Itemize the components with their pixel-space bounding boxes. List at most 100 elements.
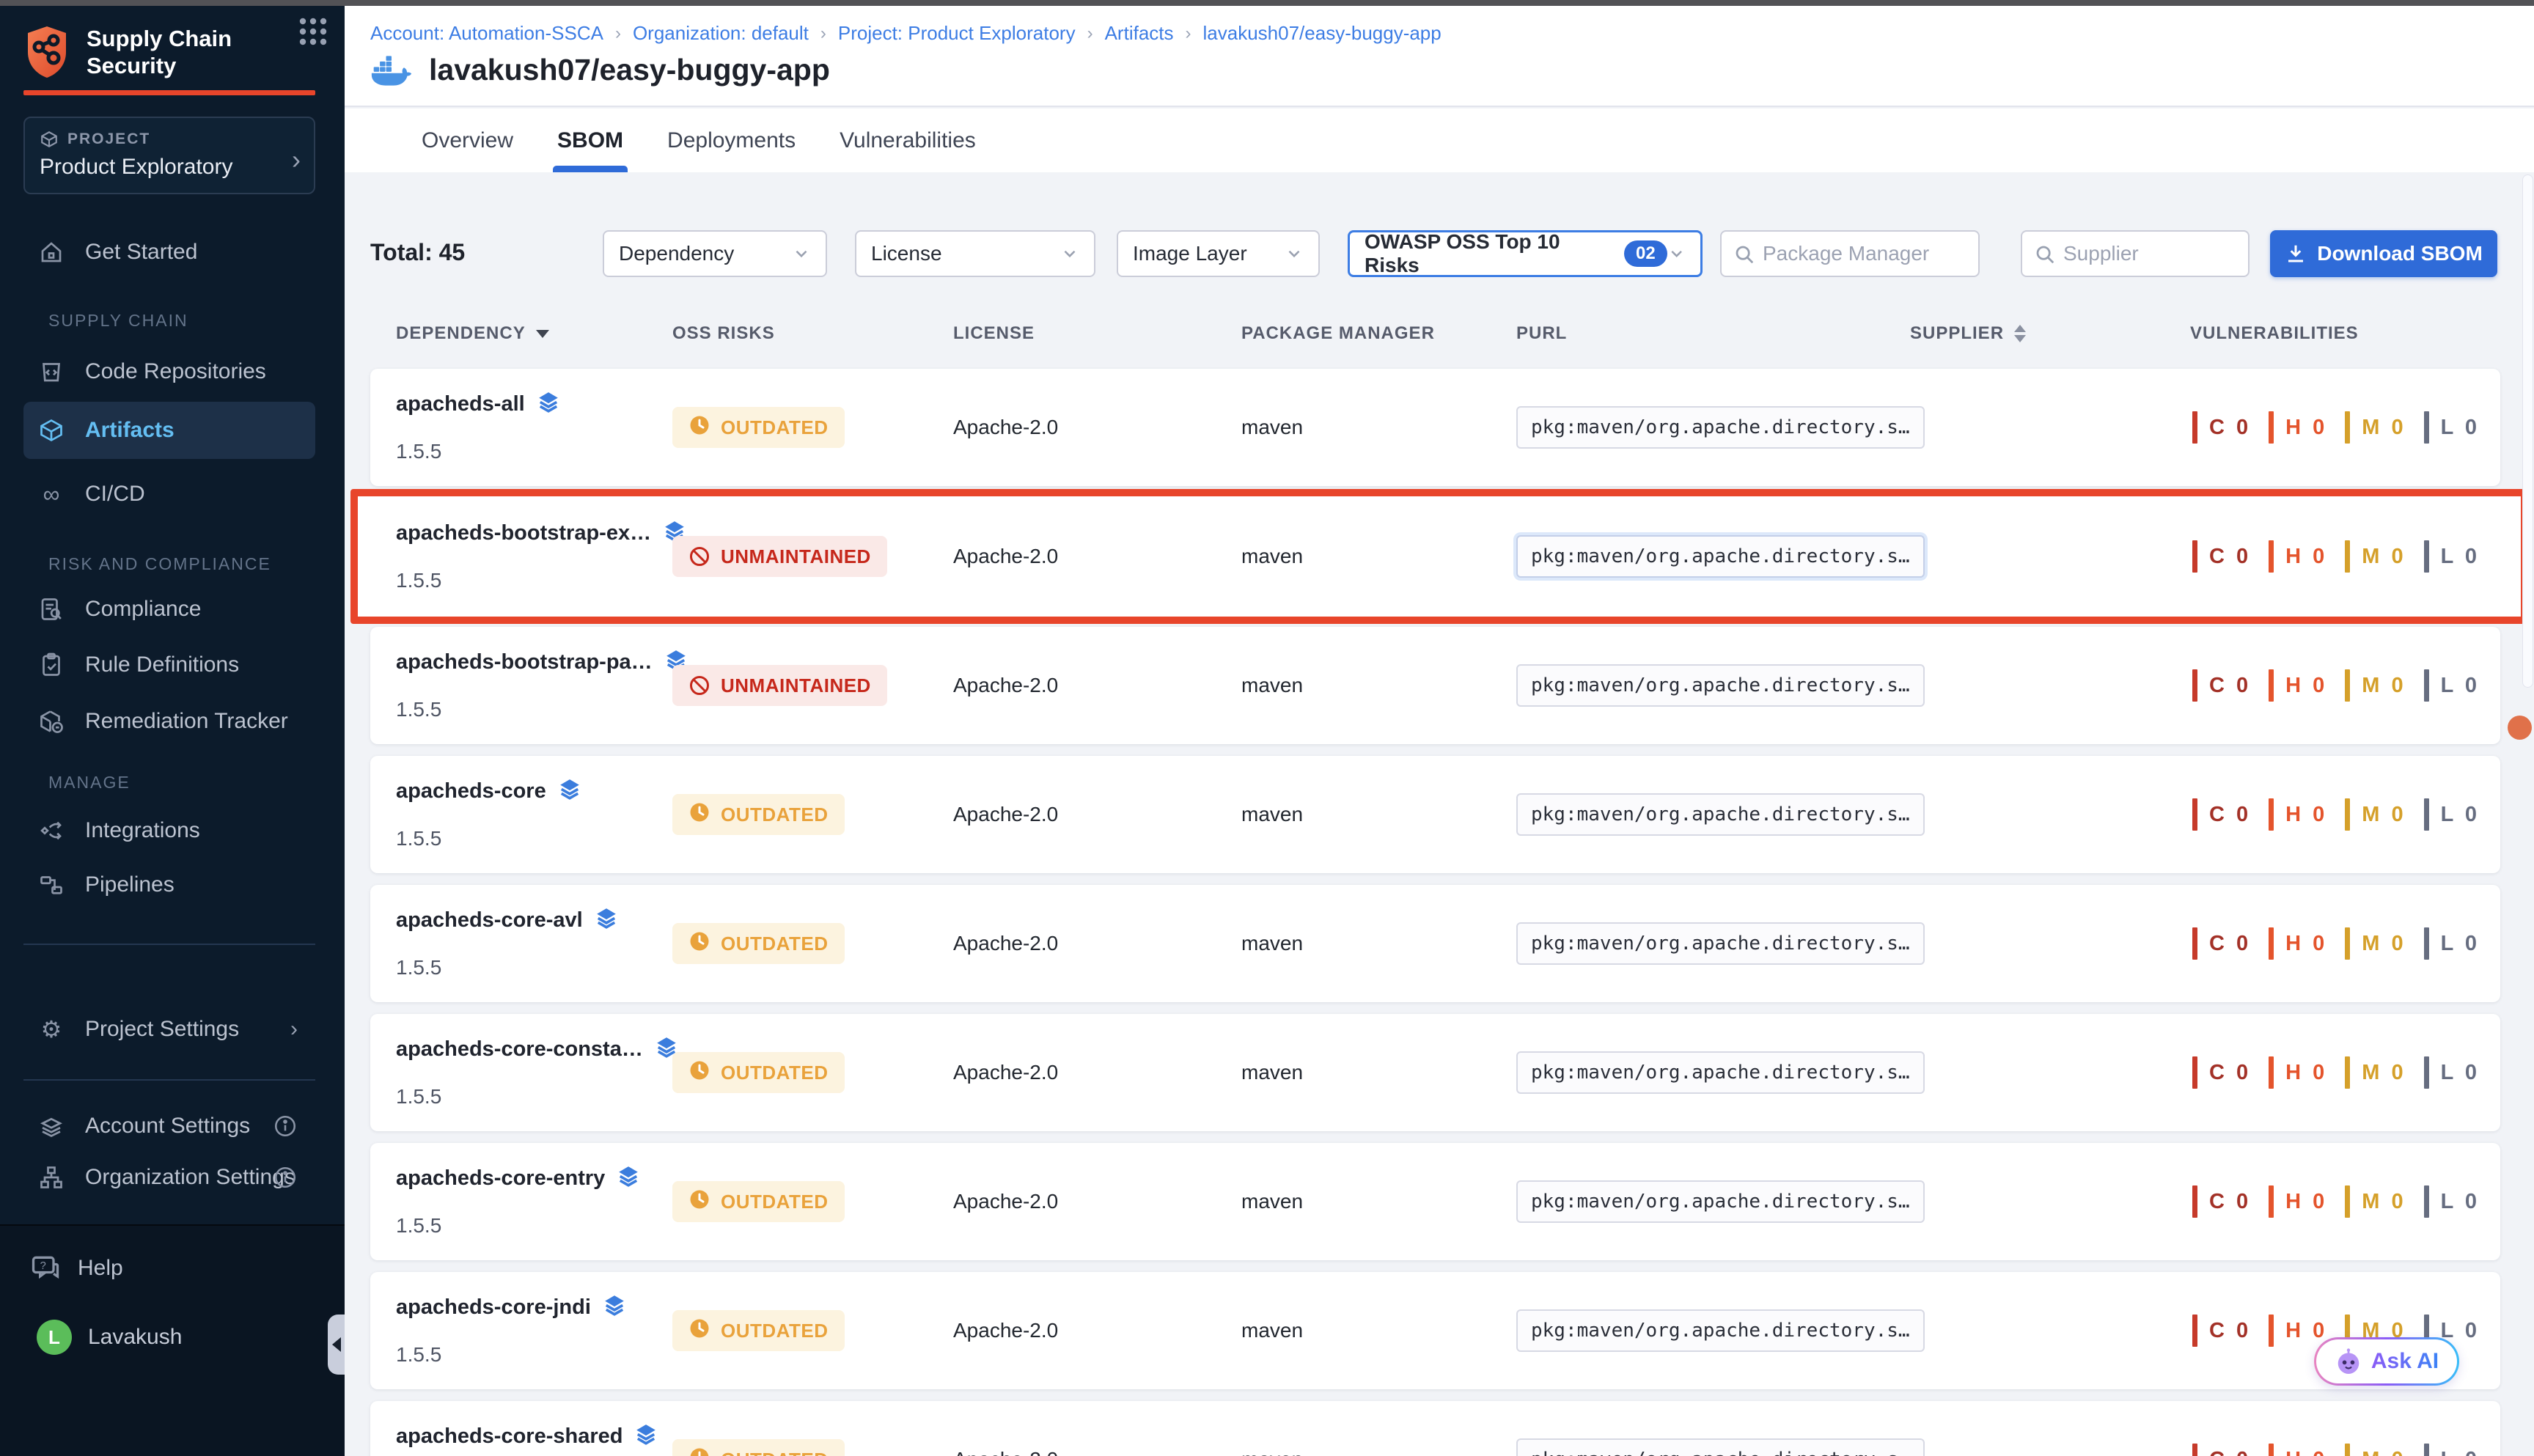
high-count: H 0 <box>2269 540 2345 573</box>
breadcrumb: Account: Automation-SSCA › Organization:… <box>370 22 1442 45</box>
package-manager-cell: maven <box>1241 1448 1303 1456</box>
table-row[interactable]: apacheds-core-jndi 1.5.5 <box>370 1272 2500 1389</box>
risk-label: OUTDATED <box>721 1062 829 1084</box>
user-menu[interactable]: L Lavakush <box>37 1320 182 1355</box>
sidebar-item-get-started[interactable]: Get Started <box>23 231 315 273</box>
sidebar-item-cicd[interactable]: ∞ CI/CD <box>23 473 315 515</box>
sidebar-item-project-settings[interactable]: ⚙ Project Settings › <box>23 1008 315 1051</box>
tab-sbom[interactable]: SBOM <box>557 109 623 172</box>
table-row[interactable]: apacheds-all 1.5.5 <box>370 369 2500 486</box>
layers-icon[interactable] <box>595 907 618 934</box>
column-purl[interactable]: PURL <box>1516 323 1567 344</box>
breadcrumb-separator: › <box>1087 23 1093 44</box>
download-sbom-button[interactable]: Download SBOM <box>2270 230 2497 277</box>
column-oss-risks[interactable]: OSS RISKS <box>672 323 775 344</box>
project-selector[interactable]: PROJECT Product Exploratory › <box>23 117 315 194</box>
section-supply-chain: SUPPLY CHAIN <box>48 311 188 331</box>
sort-icon <box>2014 325 2026 342</box>
layers-icon[interactable] <box>603 1294 626 1321</box>
layers-icon[interactable] <box>634 1423 658 1450</box>
purl-value[interactable]: pkg:maven/org.apache.directory.s… <box>1516 664 1925 707</box>
info-icon[interactable] <box>273 1114 298 1139</box>
supplier-input[interactable] <box>2063 232 2241 276</box>
ask-ai-button[interactable]: Ask AI <box>2314 1337 2459 1386</box>
table-row[interactable]: apacheds-core-consta… 1.5.5 <box>370 1014 2500 1131</box>
dependency-version: 1.5.5 <box>396 440 560 463</box>
ban-icon <box>688 545 710 567</box>
ban-icon <box>688 674 710 696</box>
column-vulnerabilities[interactable]: VULNERABILITIES <box>2190 323 2359 344</box>
layers-icon[interactable] <box>617 1165 640 1192</box>
purl-value[interactable]: pkg:maven/org.apache.directory.s… <box>1516 406 1925 449</box>
sidebar-item-organization-settings[interactable]: Organization Settings <box>23 1156 315 1199</box>
purl-value[interactable]: pkg:maven/org.apache.directory.s… <box>1516 793 1925 836</box>
column-supplier[interactable]: SUPPLIER <box>1910 323 2026 344</box>
layers-icon[interactable] <box>537 391 560 418</box>
purl-value[interactable]: pkg:maven/org.apache.directory.s… <box>1516 1051 1925 1094</box>
sidebar-item-label: Compliance <box>85 597 201 622</box>
sidebar-collapse-handle[interactable] <box>328 1315 345 1375</box>
info-icon[interactable] <box>273 1165 298 1190</box>
license-filter-select[interactable]: License <box>855 230 1095 277</box>
breadcrumb-artifacts[interactable]: Artifacts <box>1105 22 1174 45</box>
table-row[interactable]: apacheds-core-shared 1.5.5 <box>370 1401 2500 1456</box>
sidebar-item-artifacts[interactable]: Artifacts <box>23 402 315 459</box>
purl-value[interactable]: pkg:maven/org.apache.directory.s… <box>1516 535 1925 578</box>
dependency-name: apacheds-core <box>396 779 546 804</box>
sidebar-item-code-repositories[interactable]: Code Repositories <box>23 350 315 393</box>
sidebar-item-account-settings[interactable]: Account Settings <box>23 1105 315 1147</box>
column-package-manager[interactable]: PACKAGE MANAGER <box>1241 323 1435 344</box>
vulnerabilities-cell: C 0 H 0 M 0 L 0 <box>2192 411 2497 444</box>
table-row[interactable]: apacheds-core-entry 1.5.5 <box>370 1143 2500 1260</box>
user-name: Lavakush <box>88 1325 182 1350</box>
oss-risk-cell: OUTDATED <box>672 794 845 835</box>
breadcrumb-project[interactable]: Project: Product Exploratory <box>838 22 1076 45</box>
table-header: DEPENDENCY OSS RISKS LICENSE PACKAGE MAN… <box>345 323 2534 356</box>
tab-overview[interactable]: Overview <box>422 109 513 172</box>
tab-deployments[interactable]: Deployments <box>667 109 796 172</box>
purl-value[interactable]: pkg:maven/org.apache.directory.s… <box>1516 1180 1925 1223</box>
table-row[interactable]: apacheds-core 1.5.5 <box>370 756 2500 873</box>
medium-bar <box>2345 1185 2350 1218</box>
breadcrumb-organization[interactable]: Organization: default <box>633 22 809 45</box>
owasp-risks-filter-select[interactable]: OWASP OSS Top 10 Risks 02 <box>1348 230 1703 277</box>
dependency-table: apacheds-all 1.5.5 <box>370 369 2500 1456</box>
breadcrumb-account[interactable]: Account: Automation-SSCA <box>370 22 603 45</box>
breadcrumb-current[interactable]: lavakush07/easy-buggy-app <box>1203 22 1442 45</box>
tab-vulnerabilities[interactable]: Vulnerabilities <box>840 109 976 172</box>
dependency-version: 1.5.5 <box>396 1343 626 1367</box>
dependency-cell: apacheds-core-jndi 1.5.5 <box>396 1294 626 1367</box>
sidebar-item-help[interactable]: ? Help <box>29 1252 123 1284</box>
oss-risk-cell: OUTDATED <box>672 1052 845 1093</box>
dependency-filter-select[interactable]: Dependency <box>603 230 827 277</box>
sidebar-item-compliance[interactable]: Compliance <box>23 588 315 630</box>
dependency-cell: apacheds-core-consta… 1.5.5 <box>396 1036 678 1108</box>
column-license[interactable]: LICENSE <box>953 323 1035 344</box>
sidebar-item-pipelines[interactable]: Pipelines <box>23 864 315 906</box>
medium-count: M 0 <box>2345 1185 2423 1218</box>
table-row[interactable]: apacheds-bootstrap-pa… 1.5.5 <box>370 627 2500 744</box>
table-row[interactable]: apacheds-core-avl 1.5.5 <box>370 885 2500 1002</box>
chevron-down-icon <box>1285 244 1304 263</box>
table-row[interactable]: apacheds-bootstrap-ex… 1.5.5 <box>370 498 2500 615</box>
column-dependency[interactable]: DEPENDENCY <box>396 323 549 344</box>
sidebar-item-label: Integrations <box>85 818 200 843</box>
sidebar-item-rule-definitions[interactable]: Rule Definitions <box>23 644 315 686</box>
module-grid-icon[interactable] <box>298 16 328 47</box>
risk-label: UNMAINTAINED <box>721 545 871 568</box>
sidebar-item-remediation-tracker[interactable]: Remediation Tracker <box>23 700 315 743</box>
dependency-cell: apacheds-core-avl 1.5.5 <box>396 907 618 979</box>
purl-value[interactable]: pkg:maven/org.apache.directory.s… <box>1516 922 1925 965</box>
sidebar-item-integrations[interactable]: Integrations <box>23 809 315 852</box>
clock-icon <box>688 930 710 957</box>
critical-count: C 0 <box>2192 1444 2269 1456</box>
purl-value[interactable]: pkg:maven/org.apache.directory.s… <box>1516 1309 1925 1352</box>
vulnerabilities-cell: C 0 H 0 M 0 L 0 <box>2192 540 2497 573</box>
low-count: L 0 <box>2424 1056 2497 1089</box>
package-manager-search <box>1720 230 1980 277</box>
scrollbar-thumb[interactable] <box>2522 174 2533 688</box>
layers-icon[interactable] <box>558 778 581 805</box>
purl-value[interactable]: pkg:maven/org.apache.directory.s… <box>1516 1438 1925 1456</box>
image-layer-filter-select[interactable]: Image Layer <box>1117 230 1320 277</box>
package-manager-input[interactable] <box>1763 232 1971 276</box>
